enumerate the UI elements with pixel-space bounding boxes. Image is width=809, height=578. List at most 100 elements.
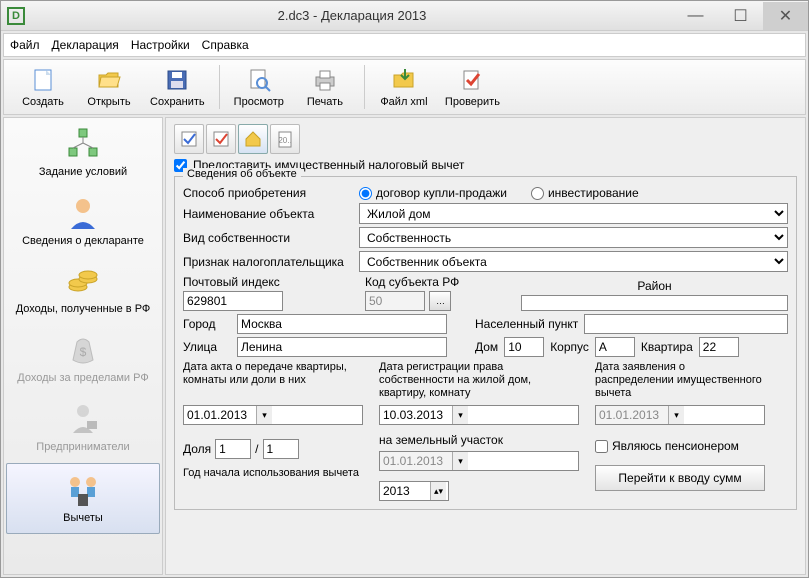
toolbar: Создать Открыть Сохранить Просмотр Печа [3,59,806,115]
city-label: Город [183,317,231,331]
pensioner-checkbox[interactable]: Являюсь пенсионером [595,439,765,453]
chevron-down-icon[interactable]: ▾ [452,452,468,470]
street-label: Улица [183,340,231,354]
minimize-button[interactable]: — [673,2,718,30]
taxpayer-sign-label: Признак налогоплательщика [183,255,353,269]
tab-standard[interactable] [174,124,204,154]
locality-label: Населенный пункт [475,317,578,331]
maximize-button[interactable]: ☐ [718,2,763,30]
ownership-label: Вид собственности [183,231,353,245]
close-button[interactable]: ✕ [763,2,808,30]
date-act-input[interactable]: ▾ [183,405,363,425]
building-label: Корпус [550,340,589,354]
tab-property[interactable] [238,124,268,154]
date-land-label: на земельный участок [379,433,579,447]
spinner-icon[interactable]: ▴▾ [430,482,446,500]
sidebar-item-income-foreign: $ Доходы за пределами РФ [4,324,162,393]
flat-label: Квартира [641,340,693,354]
toolbar-separator [219,65,220,109]
district-label: Район [521,279,788,293]
tab-losses[interactable]: 20.. [270,124,300,154]
svg-text:20..: 20.. [278,136,291,145]
year-start-input[interactable]: ▴▾ [379,481,449,501]
region-lookup-button[interactable]: … [429,291,451,311]
businessman-icon [65,401,101,437]
city-input[interactable] [237,314,447,334]
check-icon [458,66,486,94]
flat-input[interactable] [699,337,739,357]
window-title: 2.dc3 - Декларация 2013 [31,8,673,23]
share-denominator-input[interactable] [263,439,299,459]
menu-help[interactable]: Справка [202,38,249,52]
share-label: Доля [183,442,211,456]
file-xml-button[interactable]: Файл xml [373,64,435,110]
menu-settings[interactable]: Настройки [131,38,190,52]
app-icon: D [7,7,25,25]
house-label: Дом [475,340,498,354]
region-code-label: Код субъекта РФ [365,275,515,289]
acquisition-method-label: Способ приобретения [183,186,353,200]
menu-file[interactable]: Файл [10,38,40,52]
postcode-label: Почтовый индекс [183,275,359,289]
fieldset-title: Сведения об объекте [183,168,301,180]
tab-toolbar: 20.. [174,124,797,154]
postcode-input[interactable] [183,291,283,311]
sidebar-item-deductions[interactable]: Вычеты [6,463,160,534]
object-info-fieldset: Сведения об объекте Способ приобретения … [174,176,797,510]
locality-input[interactable] [584,314,788,334]
check-button[interactable]: Проверить [439,64,506,110]
save-button[interactable]: Сохранить [144,64,211,110]
region-code-input[interactable] [365,291,425,311]
menu-declaration[interactable]: Декларация [52,38,119,52]
svg-text:$: $ [80,345,87,359]
sidebar-item-entrepreneurs: Предприниматели [4,393,162,462]
flowchart-icon [65,126,101,162]
sidebar-item-conditions[interactable]: Задание условий [4,118,162,187]
preview-button[interactable]: Просмотр [228,64,290,110]
deductions-icon [65,472,101,508]
chevron-down-icon[interactable]: ▾ [668,406,684,424]
sidebar: Задание условий Сведения о декларанте До… [3,117,163,575]
chevron-down-icon[interactable]: ▾ [256,406,272,424]
new-file-icon [29,66,57,94]
radio-purchase-contract[interactable]: договор купли-продажи [359,186,507,200]
print-button[interactable]: Печать [294,64,356,110]
radio-investment[interactable]: инвестирование [531,186,639,200]
date-land-input[interactable]: ▾ [379,451,579,471]
sidebar-item-income-rf[interactable]: Доходы, полученные в РФ [4,255,162,324]
save-icon [163,66,191,94]
street-input[interactable] [237,337,447,357]
export-icon [390,66,418,94]
date-appl-input[interactable]: ▾ [595,405,765,425]
create-button[interactable]: Создать [12,64,74,110]
ownership-select[interactable]: Собственность [359,227,788,248]
tab-social[interactable] [206,124,236,154]
chevron-down-icon[interactable]: ▾ [452,406,468,424]
share-numerator-input[interactable] [215,439,251,459]
goto-sums-button[interactable]: Перейти к вводу сумм [595,465,765,491]
house-input[interactable] [504,337,544,357]
building-input[interactable] [595,337,635,357]
folder-open-icon [95,66,123,94]
district-input[interactable] [521,295,788,311]
sidebar-item-label: Доходы, полученные в РФ [16,303,151,316]
date-reg-label: Дата регистрации права собственности на … [379,361,579,401]
date-act-label: Дата акта о передаче квартиры, комнаты и… [183,361,363,401]
content-panel: 20.. Предоставить имущественный налоговы… [165,117,806,575]
preview-icon [245,66,273,94]
sidebar-item-declarant[interactable]: Сведения о декларанте [4,187,162,256]
sidebar-item-label: Сведения о декларанте [22,235,144,248]
date-reg-input[interactable]: ▾ [379,405,579,425]
sidebar-item-label: Задание условий [39,166,127,179]
year-start-label: Год начала использования вычета [183,467,363,480]
money-bag-icon: $ [65,332,101,368]
printer-icon [311,66,339,94]
person-icon [65,195,101,231]
sidebar-item-label: Предприниматели [36,441,129,454]
date-appl-label: Дата заявления о распределении имуществе… [595,361,765,401]
open-button[interactable]: Открыть [78,64,140,110]
taxpayer-sign-select[interactable]: Собственник объекта [359,251,788,272]
object-name-select[interactable]: Жилой дом [359,203,788,224]
sidebar-item-label: Доходы за пределами РФ [17,372,148,385]
titlebar: D 2.dc3 - Декларация 2013 — ☐ ✕ [1,1,808,31]
